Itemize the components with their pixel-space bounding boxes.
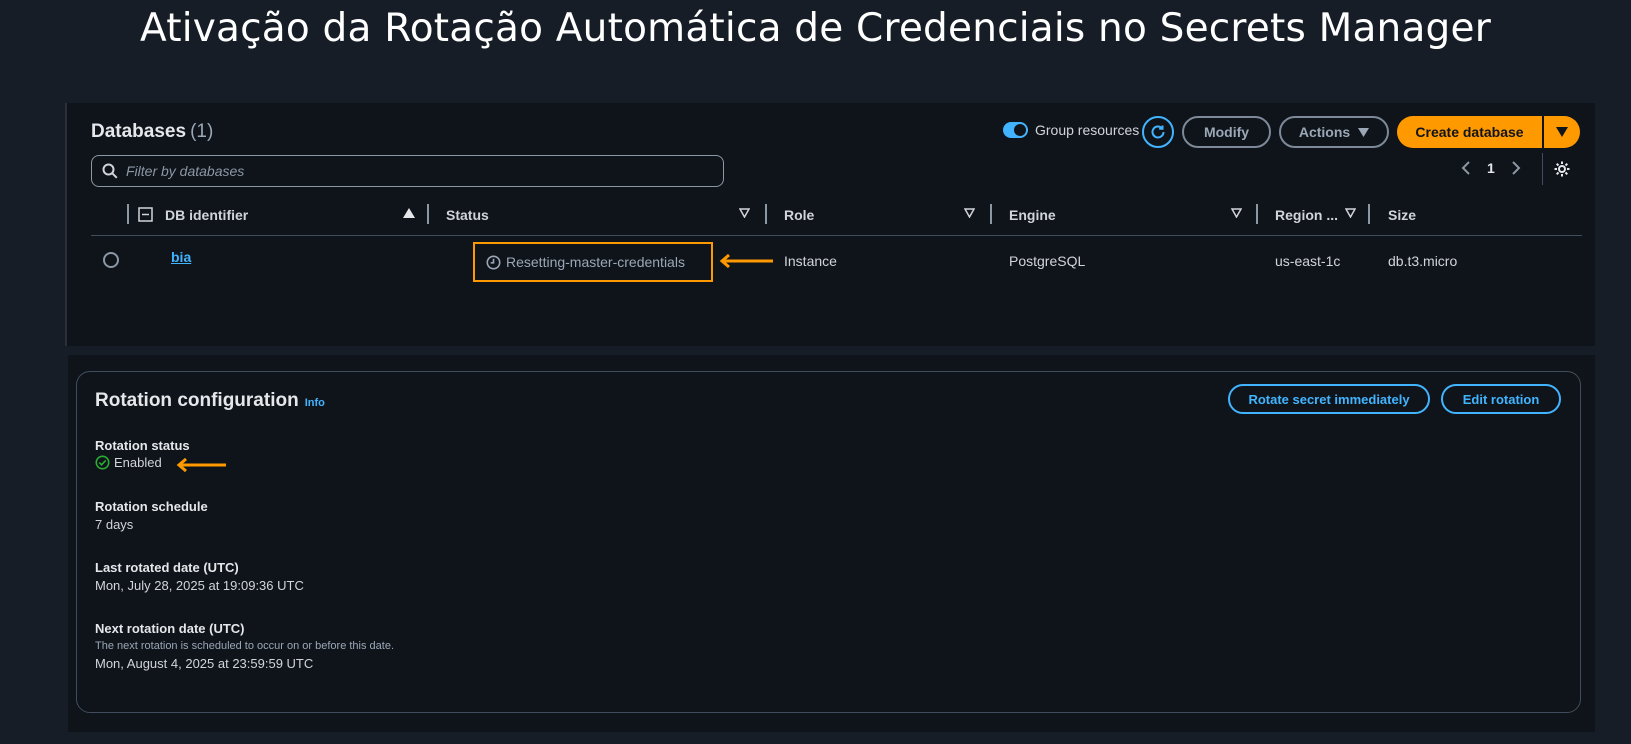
databases-heading: Databases (1) [91, 121, 213, 143]
column-engine[interactable]: Engine [1009, 207, 1056, 223]
status-text: Resetting-master-credentials [506, 254, 685, 270]
rotation-status-value: Enabled [95, 455, 162, 470]
column-separator [765, 204, 767, 224]
pager-divider [1542, 153, 1543, 185]
rotation-title-text: Rotation configuration [95, 390, 299, 411]
column-db-identifier[interactable]: DB identifier [165, 207, 248, 223]
sort-descending-icon[interactable] [964, 208, 975, 218]
rotation-title: Rotation configuration Info [95, 390, 325, 412]
rotation-schedule-value: 7 days [95, 517, 134, 532]
pagination: 1 [1461, 160, 1521, 176]
last-rotated-value: Mon, July 28, 2025 at 19:09:36 UTC [95, 578, 304, 593]
next-rotation-value: Mon, August 4, 2025 at 23:59:59 UTC [95, 656, 314, 671]
caret-down-icon [1358, 127, 1370, 137]
column-separator [427, 204, 429, 224]
rotation-panel: Rotation configuration Info Rotate secret… [68, 355, 1595, 732]
check-circle-icon [95, 455, 110, 470]
actions-button[interactable]: Actions [1279, 116, 1389, 148]
table-header: DB identifier Status Role Engine Region … [91, 199, 1582, 236]
refresh-icon [1151, 125, 1165, 139]
group-resources-label: Group resources [1035, 122, 1140, 138]
column-size[interactable]: Size [1388, 207, 1416, 223]
engine-cell: PostgreSQL [1009, 253, 1086, 269]
sort-descending-icon[interactable] [1345, 208, 1356, 218]
table-settings-button[interactable] [1553, 160, 1571, 183]
refresh-button[interactable] [1142, 116, 1174, 148]
create-database-label: Create database [1415, 124, 1524, 140]
modify-label: Modify [1203, 124, 1250, 140]
rotate-now-label: Rotate secret immediately [1248, 391, 1410, 407]
edit-rotation-button[interactable]: Edit rotation [1441, 384, 1561, 414]
column-status[interactable]: Status [446, 207, 489, 223]
settings-gear-icon [1554, 161, 1570, 177]
column-separator [1256, 204, 1258, 224]
region-cell: us-east-1c [1275, 253, 1341, 269]
group-resources-toggle[interactable] [1003, 122, 1028, 138]
databases-panel: Databases (1) Group resources Modify Acti… [65, 103, 1595, 346]
rotation-status-text: Enabled [114, 455, 162, 470]
column-region[interactable]: Region ... [1275, 207, 1338, 223]
create-database-dropdown[interactable] [1544, 116, 1580, 148]
chevron-right-icon[interactable] [1511, 161, 1521, 175]
collapse-icon[interactable] [138, 207, 153, 222]
page-number[interactable]: 1 [1487, 160, 1495, 176]
size-cell: db.t3.micro [1388, 253, 1458, 269]
row-select-radio[interactable] [103, 252, 119, 268]
databases-count: (1) [190, 121, 214, 142]
sort-descending-icon[interactable] [739, 208, 750, 218]
arrow-left-icon [176, 458, 226, 472]
column-separator [990, 204, 992, 224]
info-link[interactable]: Info [305, 397, 325, 409]
role-cell: Instance [784, 253, 837, 269]
caret-down-icon [1556, 127, 1568, 137]
actions-label: Actions [1298, 124, 1351, 140]
chevron-left-icon[interactable] [1461, 161, 1471, 175]
filter-databases-input[interactable] [126, 163, 706, 179]
sort-ascending-icon[interactable] [403, 208, 415, 218]
next-rotation-description: The next rotation is scheduled to occur … [95, 640, 395, 652]
column-separator [127, 204, 129, 224]
last-rotated-label: Last rotated date (UTC) [95, 560, 239, 575]
db-identifier-link[interactable]: bia [171, 249, 191, 265]
group-resources-toggle-wrap: Group resources [1003, 122, 1139, 138]
rotation-configuration-card: Rotation configuration Info Rotate secret… [76, 371, 1581, 713]
page-title: Ativação da Rotação Automática de Creden… [140, 6, 1491, 51]
column-role[interactable]: Role [784, 207, 814, 223]
table-row: bia Resetting-master-credentials Instanc… [91, 236, 1582, 284]
clock-icon [486, 255, 501, 269]
rotate-secret-immediately-button[interactable]: Rotate secret immediately [1228, 384, 1430, 414]
edit-rotation-label: Edit rotation [1462, 391, 1540, 407]
search-icon [102, 163, 118, 179]
filter-databases-field[interactable] [91, 155, 724, 187]
modify-button[interactable]: Modify [1182, 116, 1271, 148]
create-database-button[interactable]: Create database [1397, 116, 1542, 148]
status-cell-highlight: Resetting-master-credentials [473, 242, 713, 282]
db-identifier-cell: bia [171, 249, 191, 265]
rotation-schedule-label: Rotation schedule [95, 499, 208, 514]
databases-heading-text: Databases [91, 121, 187, 142]
arrow-left-icon [719, 254, 773, 268]
rotation-status-label: Rotation status [95, 438, 190, 453]
next-rotation-label: Next rotation date (UTC) [95, 621, 245, 636]
column-separator [1368, 204, 1370, 224]
sort-descending-icon[interactable] [1231, 208, 1242, 218]
